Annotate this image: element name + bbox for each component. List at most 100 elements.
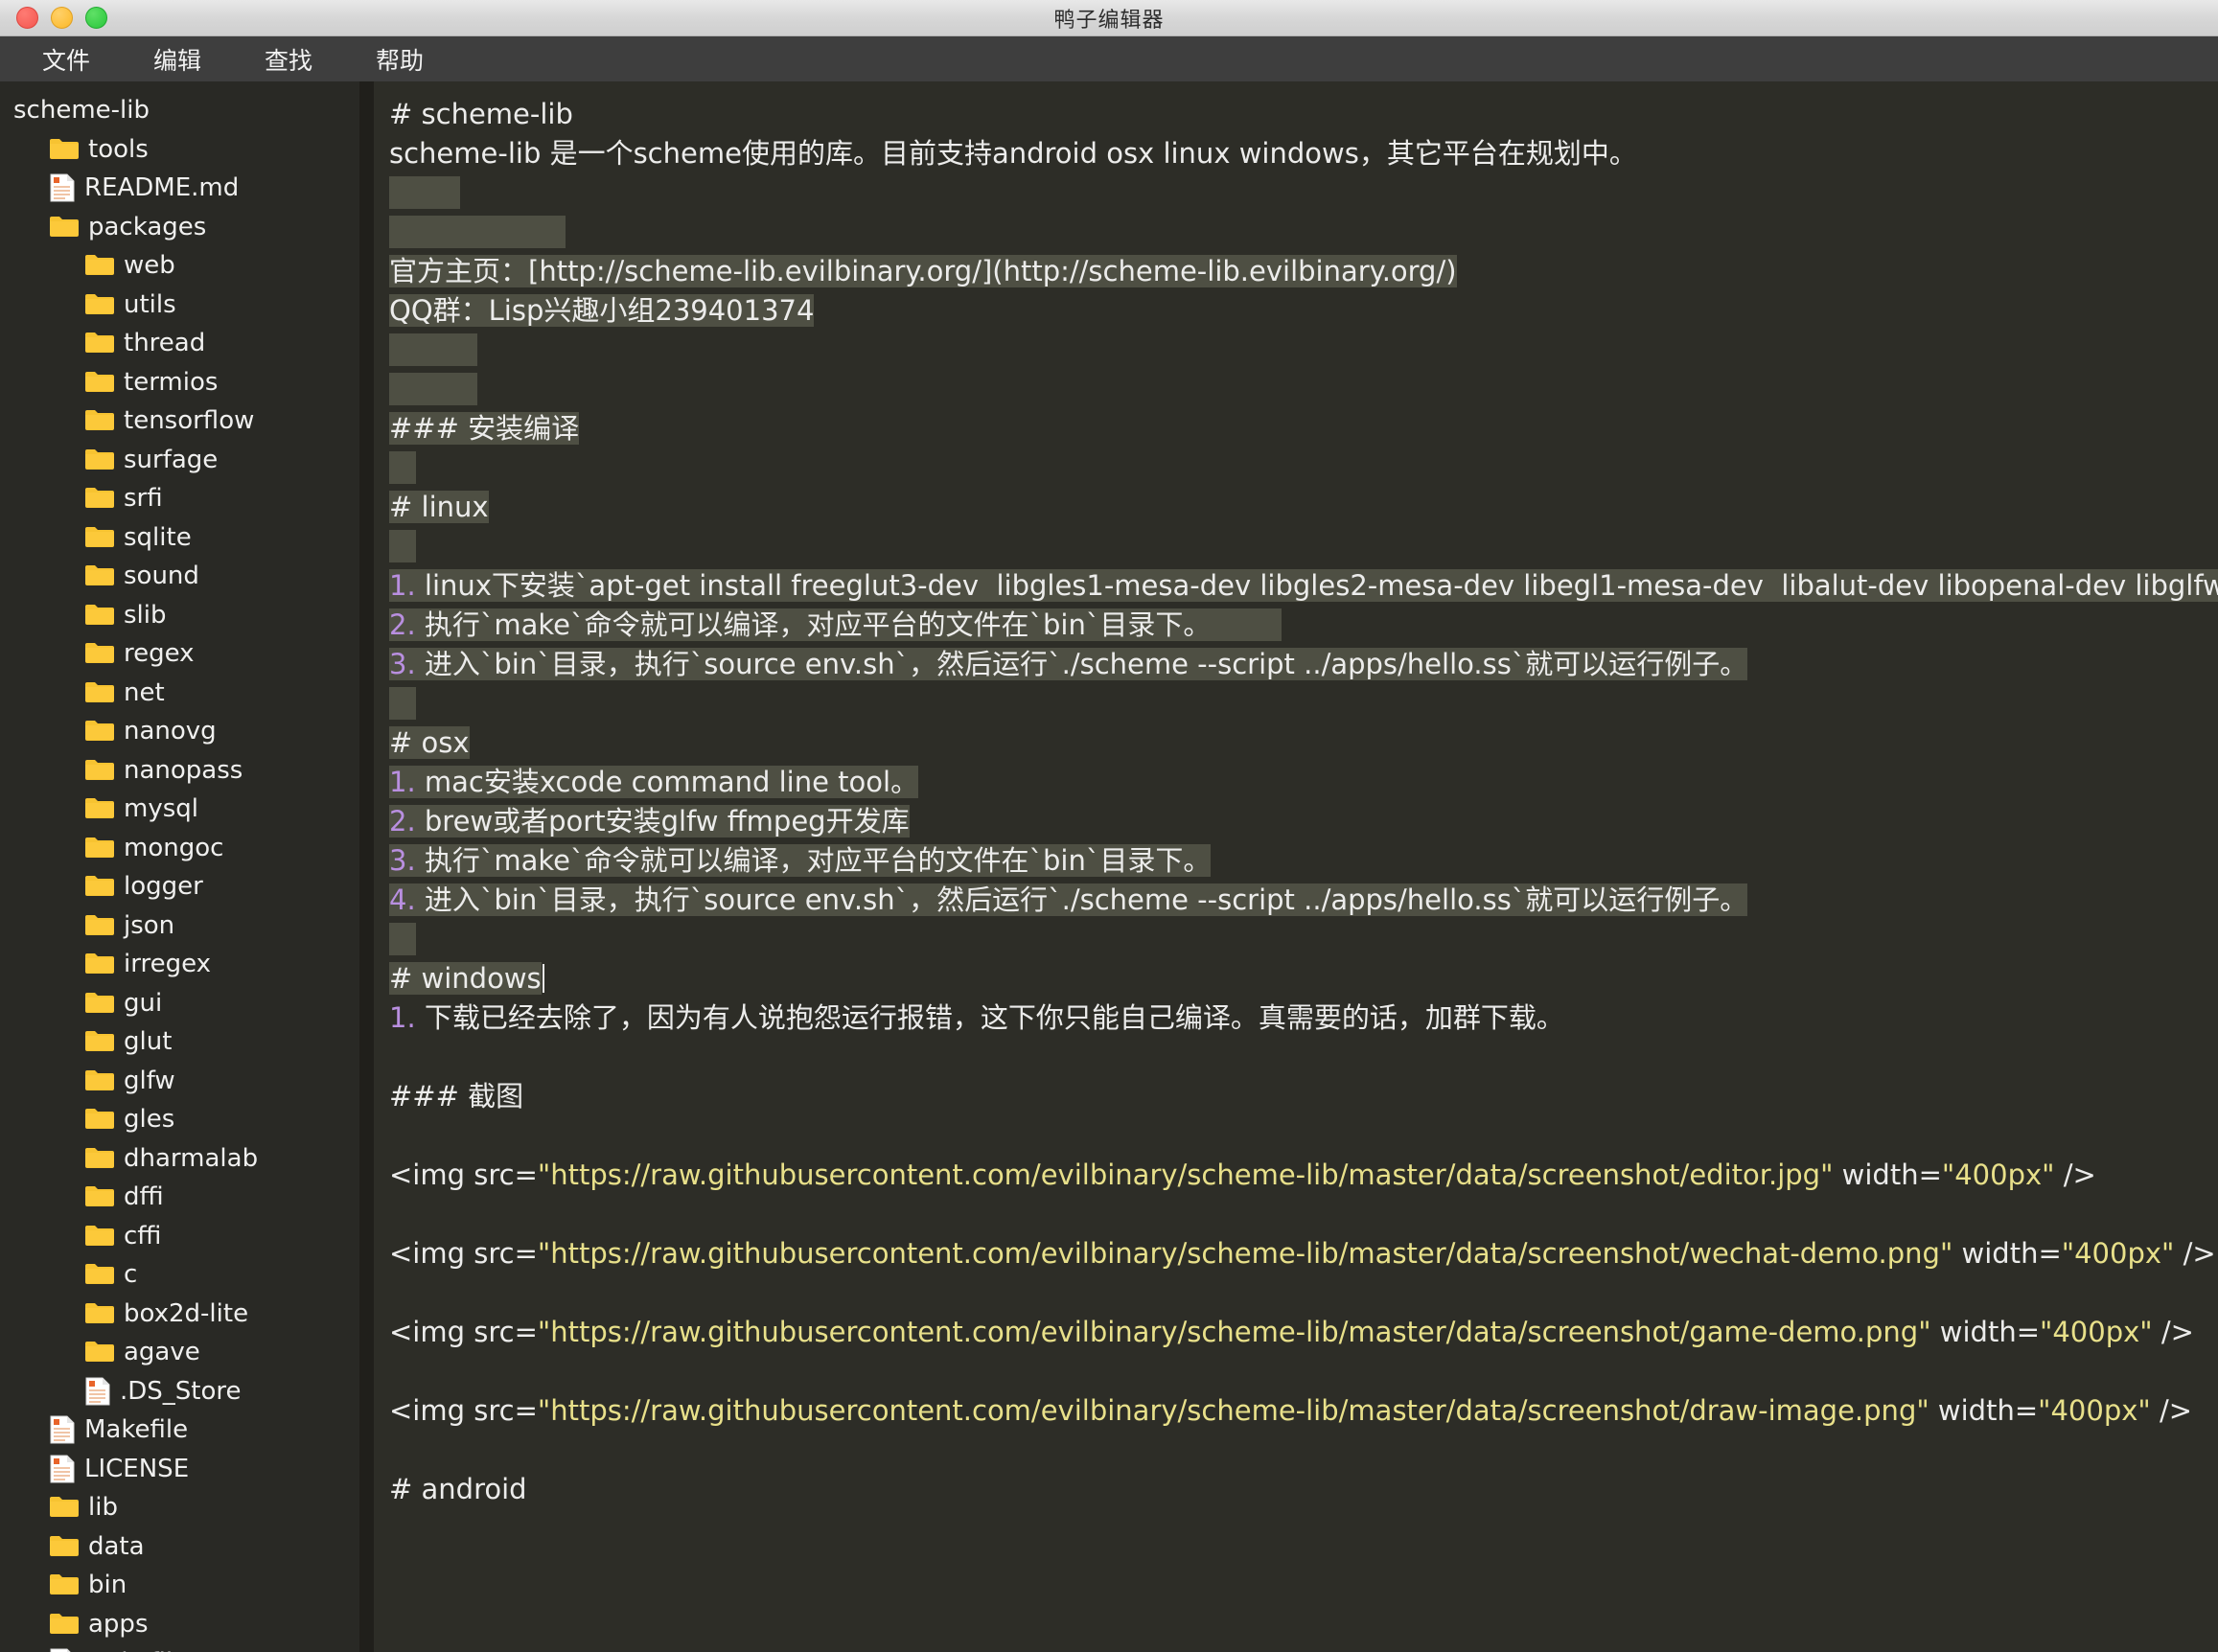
tree-item-surfage[interactable]: surfage [0,441,359,480]
editor-line[interactable]: # scheme-lib [389,95,2218,134]
editor-line[interactable] [389,684,2218,723]
tree-item-net[interactable]: net [0,674,359,713]
editor-line[interactable] [389,1431,2218,1470]
folder-icon [84,486,115,511]
tree-item-cffi[interactable]: cffi [0,1217,359,1256]
tree-item-glfw[interactable]: glfw [0,1062,359,1101]
tree-item-regex[interactable]: regex [0,634,359,674]
tree-item-sound[interactable]: sound [0,557,359,596]
tree-item-bin[interactable]: bin [0,1566,359,1605]
editor-line[interactable]: # linux [389,488,2218,527]
tree-item-sqlite[interactable]: sqlite [0,518,359,558]
tree-item-dffi[interactable]: dffi [0,1178,359,1217]
tree-item-label: tensorflow [124,408,254,433]
tree-item-logger[interactable]: logger [0,867,359,906]
editor-line[interactable] [389,448,2218,488]
text-cursor [543,964,544,993]
tree-item-makefile[interactable]: Makefile [0,1411,359,1450]
editor-line[interactable]: <img src="https://raw.githubusercontent.… [389,1313,2218,1352]
tree-item-label: lib [88,1495,118,1520]
editor-line[interactable]: 1. 下载已经去除了，因为有人说抱怨运行报错，这下你只能自己编译。真需要的话，加… [389,998,2218,1038]
editor-line[interactable]: ### 截图 [389,1077,2218,1116]
tree-item-ds-store[interactable]: .DS_Store [0,1372,359,1411]
tree-item-gles[interactable]: gles [0,1100,359,1139]
tree-item-srfi[interactable]: srfi [0,479,359,518]
editor-line[interactable]: 2. 执行`make`命令就可以编译，对应平台的文件在`bin`目录下。 [389,606,2218,645]
tree-item-tools[interactable]: tools [0,130,359,170]
file-tree-sidebar[interactable]: scheme-libtoolsREADME.mdpackageswebutils… [0,81,359,1652]
editor-line[interactable]: scheme-lib 是一个scheme使用的库。目前支持android osx… [389,134,2218,173]
folder-icon-wrap [49,1572,80,1597]
editor-line[interactable]: <img src="https://raw.githubusercontent.… [389,1391,2218,1431]
text-run: 进入`bin`目录，执行`source env.sh`，然后运行`./schem… [425,883,1747,916]
editor-line[interactable]: 3. 执行`make`命令就可以编译，对应平台的文件在`bin`目录下。 [389,841,2218,881]
zoom-button[interactable] [85,7,107,29]
menu-file[interactable]: 文件 [21,38,111,80]
tree-item-readme-md[interactable]: README.md [0,169,359,208]
tree-item-license[interactable]: LICENSE [0,1450,359,1489]
text-editor-pane[interactable]: # scheme-libscheme-lib 是一个scheme使用的库。目前支… [374,81,2218,1652]
editor-line[interactable] [389,1038,2218,1077]
tree-item-dharmalab[interactable]: dharmalab [0,1139,359,1179]
tree-item-glut[interactable]: glut [0,1022,359,1062]
editor-line[interactable] [389,920,2218,959]
editor-line[interactable] [389,370,2218,409]
editor-line[interactable] [389,527,2218,566]
tree-item-c[interactable]: c [0,1255,359,1295]
minimize-button[interactable] [51,7,73,29]
editor-line[interactable]: 官方主页：[http://scheme-lib.evilbinary.org/]… [389,252,2218,291]
tree-item-data[interactable]: data [0,1527,359,1567]
editor-line[interactable]: QQ群：Lisp兴趣小组239401374 [389,291,2218,331]
tree-item-mongoc[interactable]: mongoc [0,829,359,868]
text-run [389,530,416,562]
tree-item-json[interactable]: json [0,906,359,946]
menu-find[interactable]: 查找 [243,38,334,80]
tree-item-makefile[interactable]: Makefile [0,1643,359,1652]
document-text[interactable]: # scheme-libscheme-lib 是一个scheme使用的库。目前支… [374,95,2218,1509]
folder-icon [84,874,115,899]
editor-line[interactable]: 3. 进入`bin`目录，执行`source env.sh`，然后运行`./sc… [389,645,2218,684]
editor-line[interactable] [389,1195,2218,1234]
editor-line[interactable]: # android [389,1470,2218,1509]
editor-line[interactable]: # windows [389,959,2218,998]
editor-line[interactable]: 4. 进入`bin`目录，执行`source env.sh`，然后运行`./sc… [389,881,2218,920]
editor-line[interactable]: # osx [389,723,2218,763]
tree-item-scheme-lib[interactable]: scheme-lib [0,91,359,130]
editor-line[interactable] [389,1352,2218,1391]
menu-help[interactable]: 帮助 [355,38,445,80]
folder-icon [84,1262,115,1287]
folder-icon-wrap [84,1068,115,1093]
close-button[interactable] [16,7,38,29]
tree-item-nanovg[interactable]: nanovg [0,712,359,751]
editor-line[interactable] [389,213,2218,252]
tree-item-agave[interactable]: agave [0,1333,359,1372]
tree-item-web[interactable]: web [0,246,359,286]
editor-line[interactable]: ### 安装编译 [389,409,2218,448]
tree-item-termios[interactable]: termios [0,363,359,402]
editor-line[interactable]: 1. linux下安装`apt-get install freeglut3-de… [389,566,2218,606]
tree-item-nanopass[interactable]: nanopass [0,751,359,791]
editor-line[interactable] [389,331,2218,370]
tree-item-lib[interactable]: lib [0,1488,359,1527]
sidebar-divider[interactable] [359,81,374,1652]
tree-item-apps[interactable]: apps [0,1605,359,1644]
editor-line[interactable] [389,1273,2218,1313]
tree-item-label: dffi [124,1184,164,1209]
tree-item-gui[interactable]: gui [0,984,359,1023]
editor-line[interactable] [389,1116,2218,1156]
tree-item-tensorflow[interactable]: tensorflow [0,402,359,441]
tree-item-mysql[interactable]: mysql [0,790,359,829]
editor-line[interactable]: 2. brew或者port安装glfw ffmpeg开发库 [389,802,2218,841]
editor-line[interactable]: 1. mac安装xcode command line tool。 [389,763,2218,802]
tree-item-slib[interactable]: slib [0,596,359,635]
editor-line[interactable] [389,173,2218,213]
editor-line[interactable]: <img src="https://raw.githubusercontent.… [389,1234,2218,1273]
tree-item-packages[interactable]: packages [0,208,359,247]
menu-edit[interactable]: 编辑 [132,38,222,80]
editor-line[interactable]: <img src="https://raw.githubusercontent.… [389,1156,2218,1195]
tree-item-utils[interactable]: utils [0,286,359,325]
tree-item-thread[interactable]: thread [0,324,359,363]
folder-icon-wrap [84,603,115,628]
tree-item-irregex[interactable]: irregex [0,945,359,984]
tree-item-box2d-lite[interactable]: box2d-lite [0,1295,359,1334]
